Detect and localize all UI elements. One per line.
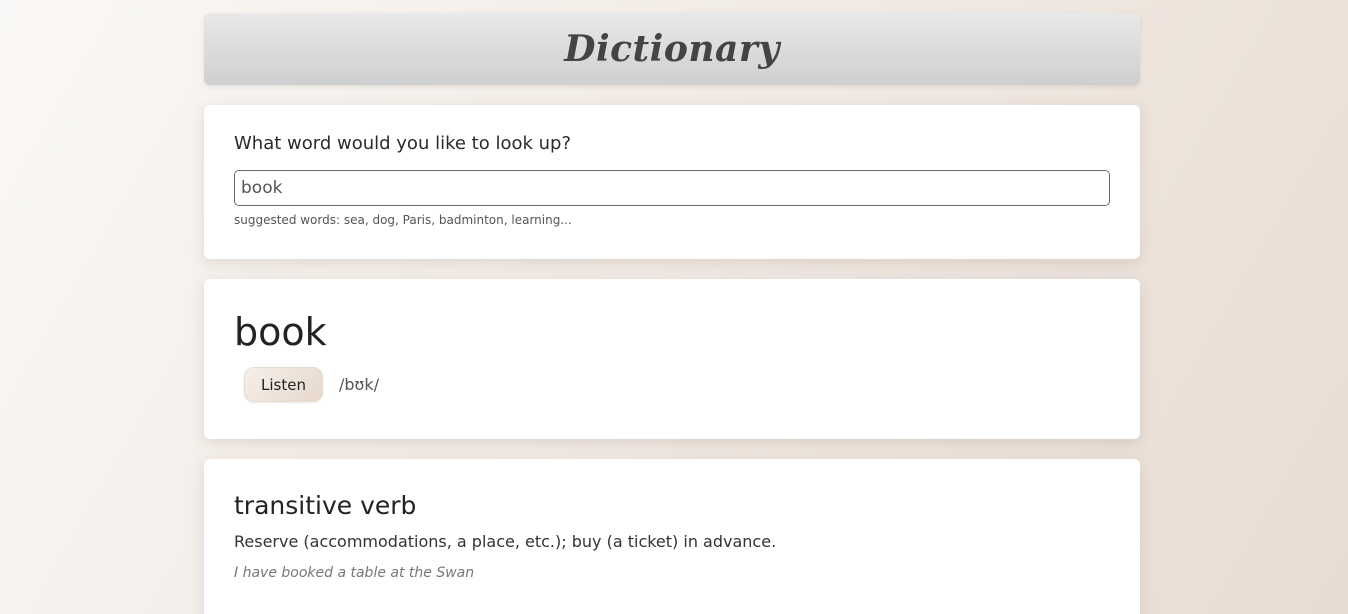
search-card: What word would you like to look up? sug… xyxy=(204,105,1140,259)
app-header: Dictionary xyxy=(204,13,1140,85)
word-heading: book xyxy=(234,310,327,354)
app-title: Dictionary xyxy=(564,28,780,70)
meaning-card: transitive verb Reserve (accommodations,… xyxy=(204,459,1140,614)
word-card: book Listen /bʊk/ xyxy=(204,279,1140,439)
dictionary-app: Dictionary What word would you like to l… xyxy=(204,13,1140,614)
part-of-speech: transitive verb xyxy=(234,491,417,520)
example-text: I have booked a table at the Swan xyxy=(234,565,475,581)
listen-button[interactable]: Listen xyxy=(244,367,323,402)
suggested-words-hint: suggested words: sea, dog, Paris, badmin… xyxy=(234,213,572,227)
search-input[interactable] xyxy=(234,170,1110,206)
search-prompt: What word would you like to look up? xyxy=(234,133,571,154)
phonetic-row: Listen /bʊk/ xyxy=(234,367,1110,402)
definition-text: Reserve (accommodations, a place, etc.);… xyxy=(234,532,777,551)
phonetic-text: /bʊk/ xyxy=(339,375,380,394)
